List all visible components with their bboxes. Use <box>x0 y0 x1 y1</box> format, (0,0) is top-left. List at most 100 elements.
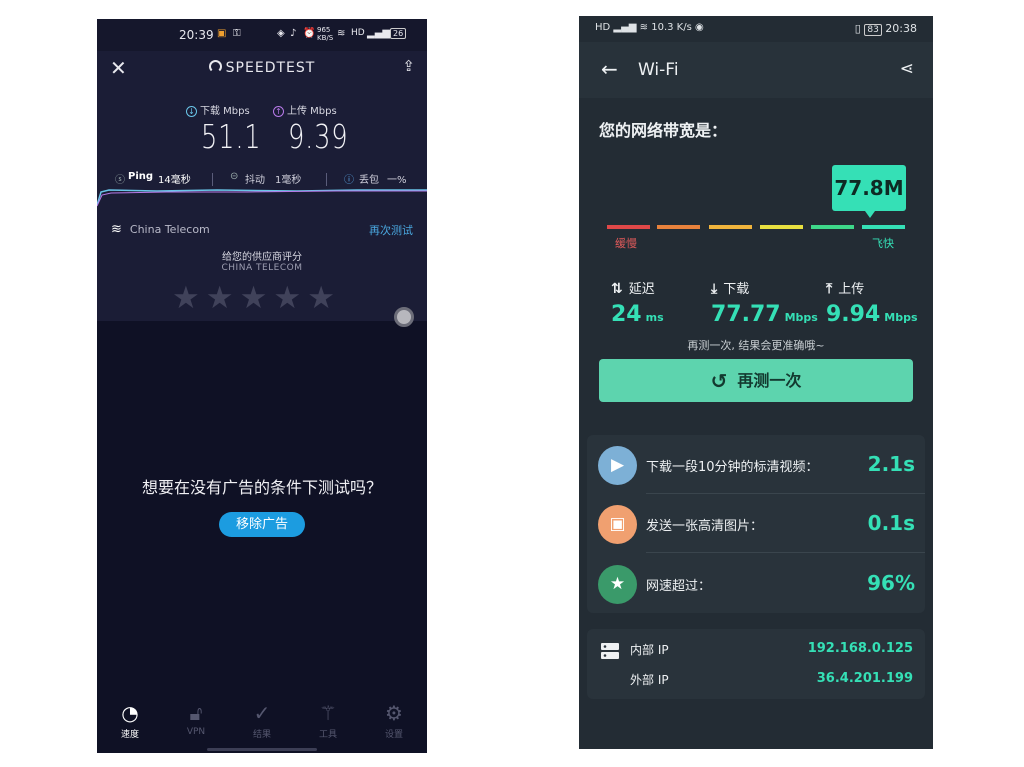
star-5-icon[interactable]: ★ <box>307 280 341 316</box>
perf-value: 0.1s <box>867 511 915 535</box>
video-icon: ▶ <box>598 446 637 485</box>
status-bar: HD ▂▄▆ ≋ 10.3 K/s ◉ ▯ 83 20:38 <box>579 16 933 42</box>
upload-value: 9.39 <box>288 117 349 156</box>
latency-unit: ms <box>645 311 664 324</box>
perf-row-image: ▣ 发送一张高清图片： 0.1s <box>587 494 925 553</box>
wand-icon: ⚚ <box>319 701 337 725</box>
gear-icon: ⚙ <box>385 701 403 725</box>
signal-icon: ▂▄▆ <box>367 28 391 39</box>
status-time: 20:39 <box>179 28 214 42</box>
mute-icon: ♪ <box>290 28 297 39</box>
jitter-icon: ⊝ <box>230 171 239 182</box>
upload-line <box>97 190 427 207</box>
tab-speed[interactable]: ◔ 速度 <box>97 699 163 740</box>
app-notice-icon: ◉ <box>691 22 704 33</box>
perf-row-rank: ★ 网速超过： 96% <box>587 554 925 613</box>
ping-value: 14毫秒 <box>158 175 191 186</box>
ping-icon: ⓢ <box>115 175 125 186</box>
star-2-icon[interactable]: ★ <box>206 280 240 316</box>
loss-value: 一% <box>387 175 407 186</box>
rating-stars: ★★★★★ <box>172 280 341 316</box>
alarm-icon: ⏰ <box>303 28 316 39</box>
app-name: SPEEDTEST <box>225 60 316 76</box>
download-arrow-icon: ↓ <box>186 106 197 117</box>
upload-arrow-icon: ↑ <box>273 106 284 117</box>
perf-label: 发送一张高清图片： <box>646 519 764 534</box>
image-icon: ▣ <box>598 505 637 544</box>
upload-unit: Mbps <box>884 311 918 324</box>
latency-row: ⓢ Ping 14毫秒 ⊝ 抖动 1毫秒 ⓘ 丢包 一% <box>97 171 427 187</box>
server-icon <box>601 643 619 659</box>
latency-icon: ⇅ <box>611 281 623 297</box>
perf-row-video: ▶ 下载一段10分钟的标清视频： 2.1s <box>587 435 925 494</box>
notification-icon: ▣ <box>217 28 227 39</box>
perf-label: 下载一段10分钟的标清视频： <box>646 460 819 475</box>
status-time: 20:38 <box>885 22 917 35</box>
perf-value: 96% <box>867 571 915 595</box>
battery-level: 83 <box>864 24 882 36</box>
external-ip-label: 外部 IP <box>630 673 669 687</box>
star-4-icon[interactable]: ★ <box>273 280 307 316</box>
jitter-label: 抖动 <box>245 175 265 186</box>
upload-label: ↑ 上传 Mbps <box>273 102 337 117</box>
retest-hint: 再测一次, 结果会更准确哦~ <box>687 339 825 352</box>
net-speed: 965 KB/S <box>317 26 334 42</box>
download-unit: Mbps <box>784 311 818 324</box>
rate-prompt: 给您的供应商评分 <box>222 252 302 263</box>
app-logo: SPEEDTEST <box>97 60 427 76</box>
status-right: ▯ 83 20:38 <box>855 22 917 36</box>
remove-ads-button[interactable]: 移除广告 <box>219 512 305 537</box>
share-icon[interactable]: ⇪ <box>402 57 415 75</box>
loss-icon: ⓘ <box>344 175 354 186</box>
divider <box>646 552 925 553</box>
net-speed: 10.3 K/s <box>651 22 692 33</box>
page-title: Wi-Fi <box>638 60 679 80</box>
download-stat: ⤓ 下载 77.77 Mbps <box>711 281 818 327</box>
share-icon[interactable]: ⋖ <box>900 59 914 79</box>
scale-segment-5 <box>811 225 854 229</box>
back-arrow-icon[interactable]: ← <box>601 57 618 81</box>
bandwidth-value: 77.8M <box>832 165 906 218</box>
hd-badge: HD ▂▄▆ ≋ <box>595 22 652 33</box>
scale-segment-6 <box>862 225 905 229</box>
hd-badge: HD <box>351 28 365 38</box>
retest-link[interactable]: 再次测试 <box>369 222 413 238</box>
internal-ip-value: 192.168.0.125 <box>807 641 913 656</box>
scale-segment-2 <box>657 225 700 229</box>
status-left: HD ▂▄▆ ≋ 10.3 K/s ◉ <box>595 22 704 33</box>
speed-graph <box>97 189 427 207</box>
loss-label: 丢包 <box>359 175 379 186</box>
floating-dot[interactable] <box>394 307 414 327</box>
scale-segment-4 <box>760 225 803 229</box>
divider <box>326 173 327 186</box>
isp-row: ≋ China Telecom <box>111 222 210 237</box>
battery-level: 26 <box>390 28 407 39</box>
star-3-icon[interactable]: ★ <box>240 280 274 316</box>
upload-value: 9.94 <box>826 302 881 327</box>
tab-settings[interactable]: ⚙ 设置 <box>361 699 427 740</box>
ad-question: 想要在没有广告的条件下测试吗？ <box>141 478 382 497</box>
upload-stat: ⤒ 上传 9.94 Mbps <box>826 281 918 327</box>
tab-results[interactable]: ✓ 结果 <box>229 699 295 740</box>
download-label: ↓ 下载 Mbps <box>186 102 250 117</box>
tab-tools[interactable]: ⚚ 工具 <box>295 699 361 740</box>
wifi-icon: ≋ <box>111 222 122 237</box>
performance-card: ▶ 下载一段10分钟的标清视频： 2.1s ▣ 发送一张高清图片： 0.1s ★… <box>587 435 925 613</box>
rate-isp: CHINA TELECOM <box>221 263 303 273</box>
vibrate-icon: ◈ <box>277 28 285 39</box>
download-value: 77.77 <box>711 302 781 327</box>
download-icon: ⤓ <box>711 281 718 297</box>
ping-label: Ping <box>128 171 154 182</box>
star-1-icon[interactable]: ★ <box>172 280 206 316</box>
tab-bar: ◔ 速度 🔓︎ VPN ✓ 结果 ⚚ 工具 ⚙ 设置 <box>97 699 427 753</box>
key-icon: ⚿ <box>233 28 241 39</box>
perf-label: 网速超过： <box>646 579 712 594</box>
internal-ip-label: 内部 IP <box>630 643 669 657</box>
tab-vpn[interactable]: 🔓︎ VPN <box>163 699 229 737</box>
lock-icon: 🔓︎ <box>189 701 203 725</box>
upload-icon: ⤒ <box>826 281 833 297</box>
home-indicator[interactable] <box>207 748 317 751</box>
wifi-icon: ≋ <box>337 28 346 39</box>
retest-button[interactable]: ↺ 再测一次 <box>599 359 913 402</box>
app-header: ← Wi-Fi ⋖ <box>579 42 933 98</box>
